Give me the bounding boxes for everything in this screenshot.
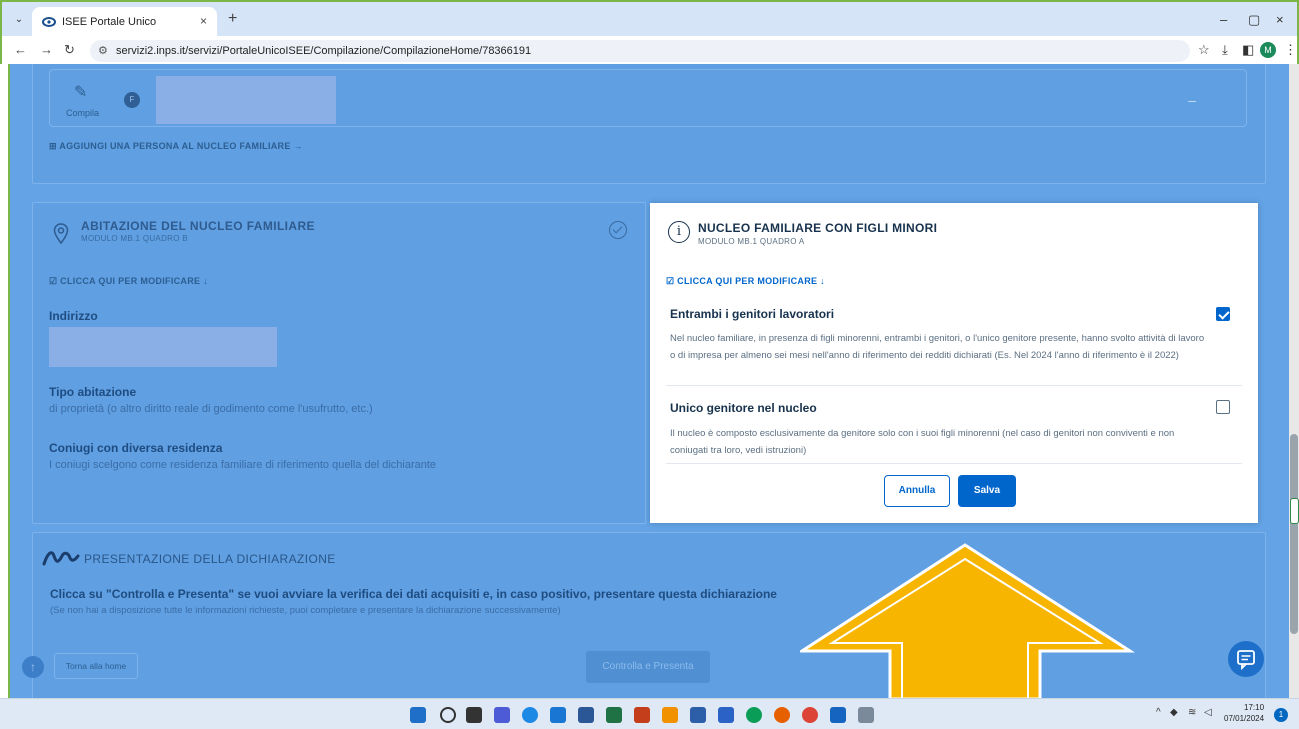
dialog-subtitle: MODULO MB.1 QUADRO A (698, 237, 805, 246)
coniugi-value: I coniugi scelgono come residenza famili… (49, 459, 437, 471)
tab-search-button[interactable]: ⌄ (10, 11, 28, 29)
location-pin-icon (53, 223, 69, 245)
tipo-abitazione-label: Tipo abitazione (49, 385, 137, 399)
chat-button[interactable] (1228, 641, 1264, 677)
url-text: servizi2.inps.it/servizi/PortaleUnicoISE… (116, 45, 532, 57)
option-unico-label: Unico genitore nel nucleo (670, 401, 817, 415)
pencil-icon[interactable]: ✎ (74, 82, 87, 101)
firefox-icon[interactable] (774, 707, 790, 723)
chrome-icon[interactable] (802, 707, 818, 723)
app-icon[interactable] (858, 707, 874, 723)
controlla-presenta-button[interactable]: Controlla e Presenta (586, 651, 710, 683)
bookmark-star-icon[interactable]: ☆ (1198, 42, 1210, 58)
powerpoint-icon[interactable] (634, 707, 650, 723)
side-panel-icon[interactable]: ◧ (1242, 42, 1254, 58)
abitazione-edit-link[interactable]: ☑ CLICCA QUI PER MODIFICARE ↓ (49, 276, 208, 287)
minimize-button[interactable]: – (1220, 12, 1227, 27)
figli-minori-dialog: i NUCLEO FAMILIARE CON FIGLI MINORI MODU… (650, 203, 1258, 523)
signature-icon (42, 551, 80, 566)
save-button[interactable]: Salva (958, 475, 1016, 507)
coniugi-label: Coniugi con diversa residenza (49, 441, 223, 455)
reload-icon[interactable]: ↻ (64, 42, 75, 58)
address-bar[interactable]: ⚙ servizi2.inps.it/servizi/PortaleUnicoI… (90, 40, 1190, 62)
tab-active[interactable]: ISEE Portale Unico × (32, 7, 217, 36)
dialog-title: NUCLEO FAMILIARE CON FIGLI MINORI (698, 221, 938, 235)
tray-app-icon[interactable]: ◆ (1170, 707, 1178, 718)
tray-chevron-icon[interactable]: ^ (1156, 707, 1161, 718)
info-icon: i (668, 221, 690, 243)
downloads-icon[interactable]: ⤓ (1222, 42, 1228, 58)
chat-icon (1237, 650, 1255, 671)
abitazione-card: ABITAZIONE DEL NUCLEO FAMILIARE MODULO M… (32, 202, 646, 524)
presentazione-title: PRESENTAZIONE DELLA DICHIARAZIONE (84, 552, 336, 566)
accessibility-widget[interactable] (1290, 498, 1299, 524)
presentazione-question: Clicca su "Controlla e Presenta" se vuoi… (50, 587, 777, 601)
family-member-row: ✎ Compila F – (49, 69, 1247, 127)
redacted-name (156, 76, 336, 124)
inps-favicon-icon (42, 17, 56, 27)
clock-time: 17:10 (1244, 703, 1265, 712)
browser-chrome: ⌄ ISEE Portale Unico × + – ▢ × ← → ↻ ⚙ s… (0, 0, 1299, 66)
site-settings-icon[interactable]: ⚙ (98, 44, 108, 57)
forward-arrow-icon[interactable]: → (40, 42, 53, 57)
start-icon[interactable] (410, 707, 426, 723)
member-badge: F (124, 92, 140, 108)
option-entrambi-checkbox[interactable] (1216, 307, 1230, 321)
zoom-icon[interactable] (522, 707, 538, 723)
option-unico-description: Il nucleo è composto esclusivamente da g… (670, 428, 1175, 456)
browser-menu-icon[interactable]: ⋮ (1284, 42, 1297, 58)
dialog-edit-link[interactable]: ☑ CLICCA QUI PER MODIFICARE ↓ (666, 276, 825, 287)
new-tab-button[interactable]: + (228, 11, 237, 27)
browser-toolbar: ← → ↻ ⚙ servizi2.inps.it/servizi/Portale… (2, 36, 1297, 66)
divider (666, 463, 1242, 464)
profile-avatar[interactable]: M (1260, 42, 1276, 58)
option-entrambi-label: Entrambi i genitori lavoratori (670, 307, 835, 321)
presentazione-note: (Se non hai a disposizione tutte le info… (50, 605, 561, 616)
tab-close-icon[interactable]: × (200, 14, 207, 28)
tab-bar: ⌄ ISEE Portale Unico × + – ▢ × (2, 2, 1297, 36)
compila-button[interactable]: Compila (66, 108, 99, 118)
word-icon[interactable] (578, 707, 594, 723)
add-person-link[interactable]: ⊞ AGGIUNGI UNA PERSONA AL NUCLEO FAMILIA… (49, 141, 303, 152)
indirizzo-label: Indirizzo (49, 309, 98, 323)
tipo-abitazione-value: di proprietà (o altro diritto reale di g… (49, 403, 373, 415)
notification-badge[interactable]: 1 (1274, 708, 1288, 722)
divider (666, 385, 1242, 386)
edge-icon[interactable] (746, 707, 762, 723)
vlc-icon[interactable] (662, 707, 678, 723)
excel-icon[interactable] (606, 707, 622, 723)
abitazione-title: ABITAZIONE DEL NUCLEO FAMILIARE (81, 219, 315, 233)
page-scrollbar[interactable] (1289, 64, 1299, 698)
z-app-icon[interactable] (718, 707, 734, 723)
back-arrow-icon[interactable]: ← (14, 42, 27, 57)
app-icon[interactable] (690, 707, 706, 723)
outlook-icon[interactable] (830, 707, 846, 723)
cancel-button[interactable]: Annulla (884, 475, 950, 507)
annotation-arrow (800, 543, 1136, 699)
scrollbar-thumb[interactable] (1290, 434, 1298, 634)
scroll-up-button[interactable]: ↑ (22, 656, 44, 678)
chat-app-icon[interactable] (494, 707, 510, 723)
task-view-icon[interactable] (466, 707, 482, 723)
skype-icon[interactable] (550, 707, 566, 723)
system-clock[interactable]: 17:10 07/01/2024 (1224, 702, 1264, 724)
completed-check-icon (609, 221, 627, 239)
restore-button[interactable]: ▢ (1248, 12, 1260, 28)
collapse-icon[interactable]: – (1188, 92, 1196, 108)
windows-taskbar: ^ ◆ ≋ ◁ 17:10 07/01/2024 1 (0, 698, 1299, 729)
option-entrambi-description: Nel nucleo familiare, in presenza di fig… (670, 333, 1205, 361)
family-members-card: ✎ Compila F – ⊞ AGGIUNGI UNA PERSONA AL … (32, 64, 1266, 184)
abitazione-subtitle: MODULO MB.1 QUADRO B (81, 234, 188, 243)
wifi-icon[interactable]: ≋ (1188, 707, 1196, 718)
search-icon[interactable] (440, 707, 456, 723)
option-unico-checkbox[interactable] (1216, 400, 1230, 414)
redacted-address (49, 327, 277, 367)
window-close-button[interactable]: × (1276, 12, 1284, 27)
home-button[interactable]: Torna alla home (54, 653, 138, 679)
tab-title: ISEE Portale Unico (62, 16, 157, 28)
clock-date: 07/01/2024 (1224, 714, 1265, 723)
volume-icon[interactable]: ◁ (1204, 707, 1212, 718)
